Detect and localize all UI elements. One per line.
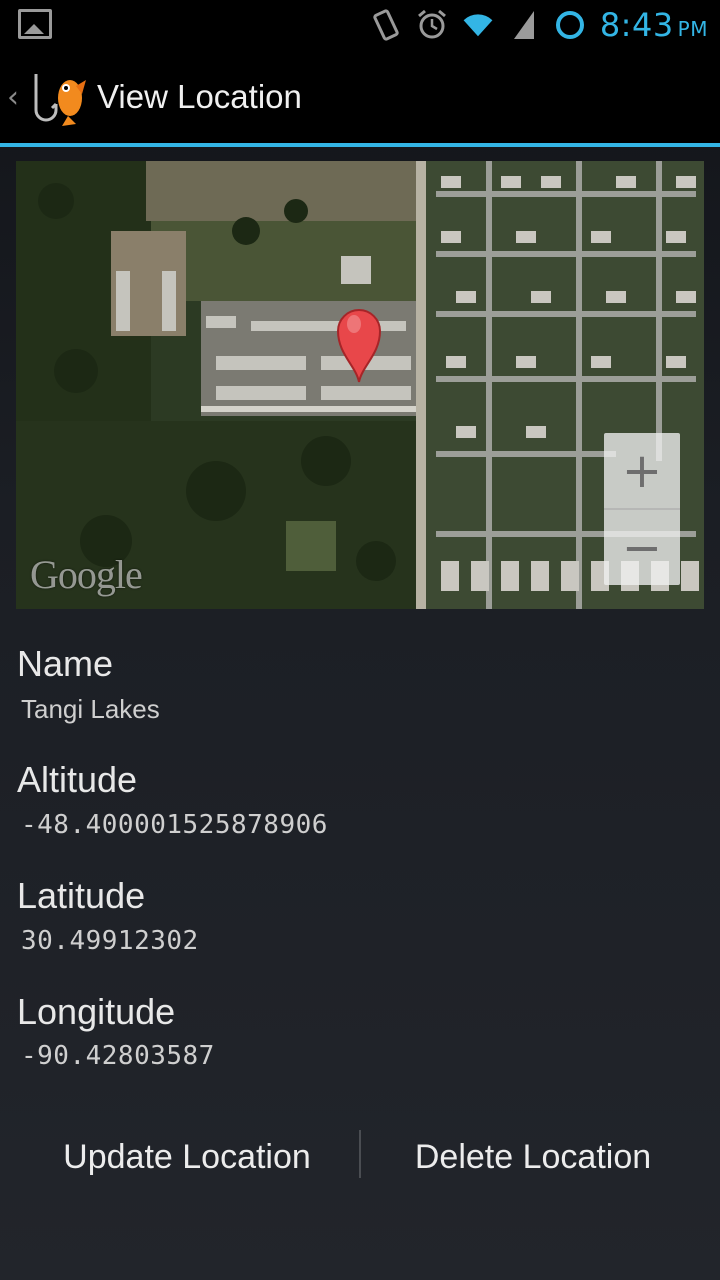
satellite-imagery: [16, 161, 704, 609]
wifi-icon: [462, 9, 494, 41]
clock: 8:43 PM: [600, 6, 708, 44]
signal-icon: [508, 9, 540, 41]
alarm-icon: [416, 9, 448, 41]
clock-ampm: PM: [677, 17, 708, 41]
longitude-value: -90.42803587: [21, 1041, 215, 1071]
altitude-label: Altitude: [17, 759, 138, 800]
longitude-label: Longitude: [17, 991, 176, 1032]
update-location-button[interactable]: Update Location: [0, 1098, 374, 1216]
latitude-label: Latitude: [17, 875, 146, 916]
google-logo: Google: [30, 552, 143, 597]
clock-time: 8:43: [599, 6, 674, 44]
page-title: View Location: [97, 78, 302, 115]
map-pin-icon[interactable]: [334, 304, 384, 384]
status-icons: 8:43 PM: [370, 4, 708, 46]
sync-icon: [554, 9, 586, 41]
action-bar: ‹ View Location: [0, 50, 720, 147]
name-label: Name: [17, 643, 114, 684]
delete-location-button[interactable]: Delete Location: [346, 1098, 720, 1216]
name-value: Tangi Lakes: [21, 694, 160, 724]
map-view[interactable]: Google + −: [16, 161, 704, 609]
altitude-value: -48.400001525878906: [21, 810, 328, 840]
gallery-icon: [18, 9, 52, 39]
vibrate-icon: [370, 9, 402, 41]
button-bar: Update Location Delete Location: [0, 1098, 720, 1216]
zoom-out-button[interactable]: −: [604, 510, 680, 585]
latitude-value: 30.49912302: [21, 926, 199, 956]
back-chevron-icon[interactable]: ‹: [7, 80, 19, 115]
app-logo-icon[interactable]: [24, 66, 88, 130]
zoom-controls: + −: [604, 433, 680, 585]
status-bar: 8:43 PM: [0, 0, 720, 50]
zoom-in-button[interactable]: +: [604, 433, 680, 510]
